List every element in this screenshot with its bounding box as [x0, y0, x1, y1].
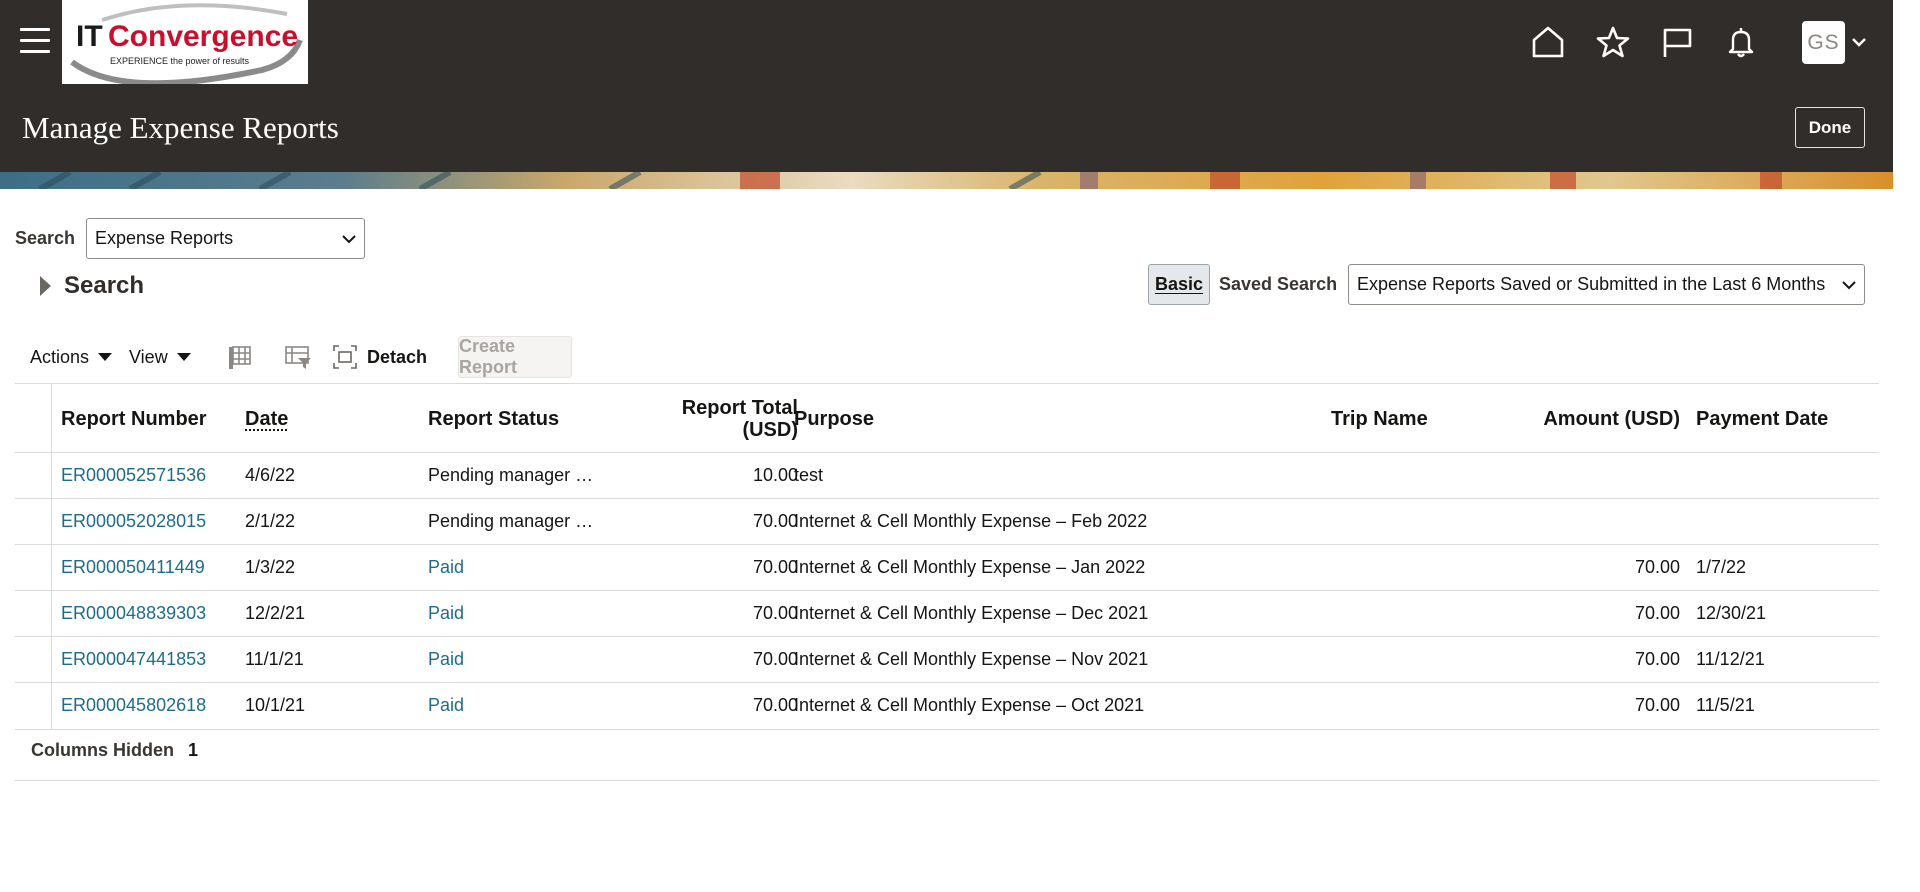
report-status-link[interactable]: Paid	[428, 648, 464, 670]
table-row[interactable]: ER000045802618 10/1/21 Paid 70.00 Internet &…	[15, 682, 1879, 728]
expand-triangle-icon	[40, 276, 51, 296]
flag-icon[interactable]	[1657, 22, 1697, 62]
table-row[interactable]: ER000050411449 1/3/22 Paid 70.00 Internet & …	[15, 544, 1879, 590]
report-status-link[interactable]: Paid	[428, 694, 464, 716]
global-header: IT Convergence EXPERIENCE the power of r…	[0, 0, 1893, 172]
amount-usd: 70.00	[1634, 603, 1680, 623]
payment-date: 12/30/21	[1696, 603, 1767, 623]
report-total: 70.00	[752, 649, 798, 669]
report-total: 70.00	[752, 557, 798, 577]
table-row[interactable]: ER000047441853 11/1/21 Paid 70.00 Internet &…	[15, 636, 1879, 682]
table-row[interactable]: ER000052571536 4/6/22 Pending manager … 10.…	[15, 452, 1879, 498]
table-row[interactable]: ER000052028015 2/1/22 Pending manager … 70.…	[15, 498, 1879, 544]
detach-icon[interactable]	[329, 342, 361, 372]
report-purpose: Internet & Cell Monthly Expense – Jan 20…	[794, 557, 1146, 577]
payment-date: 11/12/21	[1696, 649, 1765, 669]
saved-search-label: Saved Search	[1219, 274, 1338, 294]
caret-down-icon	[176, 353, 191, 361]
table-toolbar: Actions View Detach Create Report	[30, 336, 650, 378]
user-avatar[interactable]: GS	[1802, 21, 1845, 64]
actions-menu[interactable]: Actions	[30, 336, 113, 378]
report-date: 11/1/21	[245, 649, 304, 669]
report-status: Pending manager …	[428, 465, 594, 485]
report-date: 12/2/21	[245, 603, 306, 623]
report-total: 70.00	[752, 603, 798, 623]
report-date: 1/3/22	[245, 557, 296, 577]
report-number-link[interactable]: ER000052571536	[61, 464, 206, 486]
svg-text:EXPERIENCE the power of result: EXPERIENCE the power of results	[110, 56, 250, 66]
basic-search-button[interactable]: Basic	[1148, 264, 1210, 305]
column-header-report-status[interactable]: Report Status	[428, 408, 559, 430]
svg-text:Convergence: Convergence	[108, 20, 298, 53]
payment-date: 11/5/21	[1696, 695, 1755, 715]
report-purpose: Internet & Cell Monthly Expense – Nov 20…	[794, 649, 1149, 669]
report-status-link[interactable]: Paid	[428, 556, 464, 578]
done-button[interactable]: Done	[1795, 107, 1865, 148]
svg-text:IT: IT	[76, 20, 103, 53]
create-report-button: Create Report	[458, 336, 572, 378]
payment-date: 1/7/22	[1696, 557, 1747, 577]
table-row[interactable]: ER000048839303 12/2/21 Paid 70.00 Internet &…	[15, 590, 1879, 636]
amount-usd: 70.00	[1634, 649, 1680, 669]
home-icon[interactable]	[1528, 22, 1568, 62]
freeze-columns-icon[interactable]	[224, 342, 256, 372]
report-status-link[interactable]: Paid	[428, 602, 464, 624]
report-total: 70.00	[752, 511, 798, 531]
column-header-payment-date[interactable]: Payment Date	[1696, 408, 1828, 430]
company-logo[interactable]: IT Convergence EXPERIENCE the power of r…	[62, 0, 308, 84]
report-date: 2/1/22	[245, 511, 296, 531]
report-total: 10.00	[752, 465, 798, 485]
report-number-link[interactable]: ER000045802618	[61, 694, 206, 716]
column-header-trip-name[interactable]: Trip Name	[1331, 408, 1428, 430]
decorative-banner	[0, 172, 1893, 189]
report-number-link[interactable]: ER000052028015	[61, 510, 206, 532]
navigator-menu-icon[interactable]	[20, 28, 50, 54]
report-number-link[interactable]: ER000048839303	[61, 602, 206, 624]
column-header-purpose[interactable]: Purpose	[794, 408, 874, 430]
column-header-report-number[interactable]: Report Number	[61, 408, 207, 430]
report-purpose: Internet & Cell Monthly Expense – Dec 20…	[794, 603, 1149, 623]
report-total: 70.00	[752, 695, 798, 715]
chevron-down-icon	[1842, 280, 1856, 289]
bell-icon[interactable]	[1721, 22, 1761, 62]
detach-button[interactable]: Detach	[367, 336, 427, 378]
page-title: Manage Expense Reports	[22, 110, 339, 145]
amount-usd: 70.00	[1634, 695, 1680, 715]
search-type-select[interactable]: Expense Reports	[86, 218, 365, 259]
report-status: Pending manager …	[428, 511, 594, 531]
column-header-amount[interactable]: Amount (USD)	[1515, 408, 1680, 430]
chevron-down-icon	[342, 234, 356, 243]
report-purpose: Internet & Cell Monthly Expense – Oct 20…	[794, 695, 1145, 715]
view-menu[interactable]: View	[129, 336, 191, 378]
report-number-link[interactable]: ER000047441853	[61, 648, 206, 670]
amount-usd: 70.00	[1634, 557, 1680, 577]
saved-search-select[interactable]: Expense Reports Saved or Submitted in th…	[1348, 264, 1865, 305]
report-purpose: test	[794, 465, 824, 485]
report-date: 10/1/21	[245, 695, 306, 715]
favorites-star-icon[interactable]	[1593, 22, 1633, 62]
columns-hidden-status: Columns Hidden 1	[31, 740, 199, 760]
column-header-date[interactable]: Date	[245, 408, 288, 430]
report-date: 4/6/22	[245, 465, 296, 485]
search-label: Search	[15, 228, 76, 248]
query-by-example-icon[interactable]	[282, 342, 314, 372]
search-disclosure-toggle[interactable]: Search	[40, 272, 144, 300]
report-purpose: Internet & Cell Monthly Expense – Feb 20…	[794, 511, 1148, 531]
column-header-report-total[interactable]: Report Total (USD)	[635, 397, 798, 441]
report-number-link[interactable]: ER000050411449	[61, 556, 205, 578]
chevron-down-icon[interactable]	[1851, 34, 1867, 50]
caret-down-icon	[98, 353, 113, 361]
